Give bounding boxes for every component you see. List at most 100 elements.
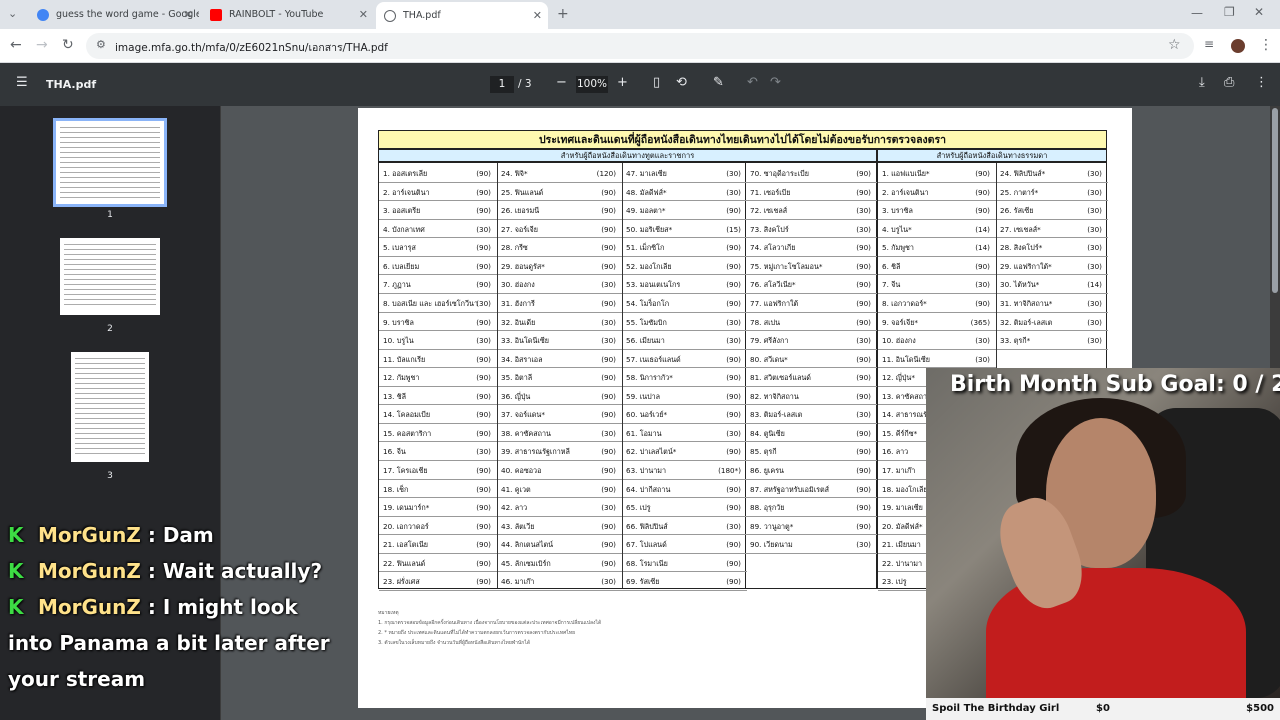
page-thumbnail-3[interactable] [71,352,149,462]
close-icon[interactable]: ✕ [184,8,193,21]
stay-days: (90) [975,298,990,308]
stay-days: (90) [726,206,741,216]
country-name: 66. ฟิลิปปินส์ [626,521,668,531]
country-name: 21. เอสโตเนีย [383,540,428,550]
table-row: 67. โปแลนด์ (90) [626,540,743,551]
country-name: 33. ตุรกี* [1000,336,1031,346]
stay-days: (30) [975,354,990,364]
country-name: 43. ลัตเวีย [501,521,535,531]
forward-icon[interactable]: → [36,37,48,53]
table-row: 64. ปากีสถาน (90) [626,485,743,496]
country-name: 7. จีน [882,280,901,290]
donation-target: $500 [1246,703,1274,714]
site-info-icon[interactable]: ⚙ [96,38,106,51]
stay-days: (90) [975,169,990,178]
stay-days: (90) [726,447,741,457]
note-line: 3. ตัวเลขในวงเล็บหมายถึง จำนวนวันที่ผู้ถ… [378,640,531,646]
download-icon[interactable]: ⤓ [1199,75,1205,90]
page-thumbnail-2[interactable] [60,238,160,315]
stay-days: (30) [601,428,616,438]
close-icon[interactable]: ✕ [359,8,368,21]
chat-text: : Wait actually? [140,559,323,583]
menu-kebab-icon[interactable]: ⋮ [1259,37,1273,53]
country-name: 5. กัมพูชา [882,243,914,253]
address-bar[interactable]: ⚙ image.mfa.go.th/mfa/0/zE6021nSnu/เอกสา… [86,33,1194,59]
country-name: 16. จีน [383,447,406,457]
table-row: 42. ลาว (30) [501,503,618,514]
media-icon[interactable]: ≡ [1204,37,1214,51]
country-name: 38. คาซัคสถาน [501,428,551,438]
country-name: 15. คอสตาริกา [383,428,432,438]
restore-icon[interactable]: ❐ [1224,5,1235,19]
stay-days: (90) [975,187,990,197]
globe-icon [384,9,396,22]
window-close-icon[interactable]: ✕ [1254,5,1264,19]
stay-days: (30) [856,410,871,420]
stay-days: (90) [726,354,741,364]
table-row: 29. ฮอนดูรัส* (90) [501,262,618,273]
new-tab-icon[interactable]: + [557,6,569,22]
undo-icon[interactable]: ↶ [747,75,758,90]
tab-google[interactable]: guess the word game - Google Se ✕ [29,0,199,29]
zoom-input[interactable]: 100% [576,76,608,93]
country-name: 15. คีร์กีซ* [882,428,918,438]
thumbnail-label: 1 [107,210,113,220]
stay-days: (365) [970,317,990,327]
reload-icon[interactable]: ↻ [62,37,74,53]
table-row: 29. แอฟริกาใต้* (30) [1000,262,1104,273]
close-icon[interactable]: ✕ [533,9,542,22]
youtube-icon [210,8,222,21]
annotate-icon[interactable]: ✎ [713,75,724,90]
country-name: 41. คูเวต [501,484,531,494]
country-name: 17. มาเก๊า [882,466,916,476]
country-name: 90. เวียดนาม [750,540,793,550]
stay-days: (90) [856,280,871,290]
fit-page-icon[interactable]: ▯ [653,75,660,90]
table-row: 9. บราซิล (90) [383,318,493,329]
page-thumbnail-1[interactable] [53,118,167,207]
country-name: 78. สเปน [750,317,781,327]
stay-days: (90) [726,243,741,253]
hamburger-menu-icon[interactable]: ☰ [16,75,28,90]
section-header-diplomatic: สำหรับผู้ถือหนังสือเดินทางทูตและราชการ [378,149,877,162]
stay-days: (90) [726,373,741,383]
table-row: 8. เอกวาดอร์* (90) [882,299,992,310]
country-name: 23. ฝรั่งเศส [383,577,420,587]
stay-days: (90) [726,391,741,401]
table-row: 3. ออสเตรีย (90) [383,206,493,217]
thumbnail-label: 3 [107,471,113,481]
stay-days: (90) [726,484,741,494]
table-row: 41. คูเวต (90) [501,485,618,496]
zoom-in-icon[interactable]: + [617,75,628,90]
page-number-input[interactable]: 1 [490,76,514,93]
minimize-icon[interactable]: — [1191,6,1203,20]
country-name: 11. บัลแกเรีย [383,354,426,364]
url-text: image.mfa.go.th/mfa/0/zE6021nSnu/เอกสาร/… [115,42,388,54]
rotate-icon[interactable]: ⟲ [676,75,687,90]
more-actions-icon[interactable]: ⋮ [1255,75,1268,90]
table-row: 14. โคลอมเบีย (90) [383,410,493,421]
stay-days: (30) [601,577,616,587]
country-name: 8. บอสเนีย และ เฮอร์เซโกวีนา [383,298,479,308]
table-row: 78. สเปน (90) [750,318,873,329]
bookmark-star-icon[interactable]: ☆ [1168,37,1181,53]
country-name: 65. เปรู [626,503,651,513]
tab-search-icon[interactable]: ⌄ [8,7,17,20]
tab-pdf[interactable]: THA.pdf ✕ [376,2,548,29]
table-row: 79. ศรีลังกา (30) [750,336,873,347]
tab-youtube[interactable]: RAINBOLT - YouTube ✕ [202,0,374,29]
table-row: 26. เยอรมนี (90) [501,206,618,217]
country-name: 51. เม็กซิโก [626,243,665,253]
donation-goal-label: Spoil The Birthday Girl [932,703,1060,714]
print-icon[interactable]: ⎙ [1224,75,1234,90]
country-name: 30. ไต้หวัน* [1000,280,1040,290]
donation-goal-bar: Spoil The Birthday Girl $0 $500 [926,698,1280,720]
redo-icon[interactable]: ↷ [770,75,781,90]
stay-days: (30) [726,169,741,178]
table-row: 51. เม็กซิโก (90) [626,243,743,254]
back-icon[interactable]: ← [10,37,22,53]
profile-avatar[interactable] [1231,39,1245,53]
country-name: 20. เอกวาดอร์ [383,521,429,531]
zoom-out-icon[interactable]: − [556,75,567,90]
country-name: 55. โมซัมบิก [626,317,667,327]
